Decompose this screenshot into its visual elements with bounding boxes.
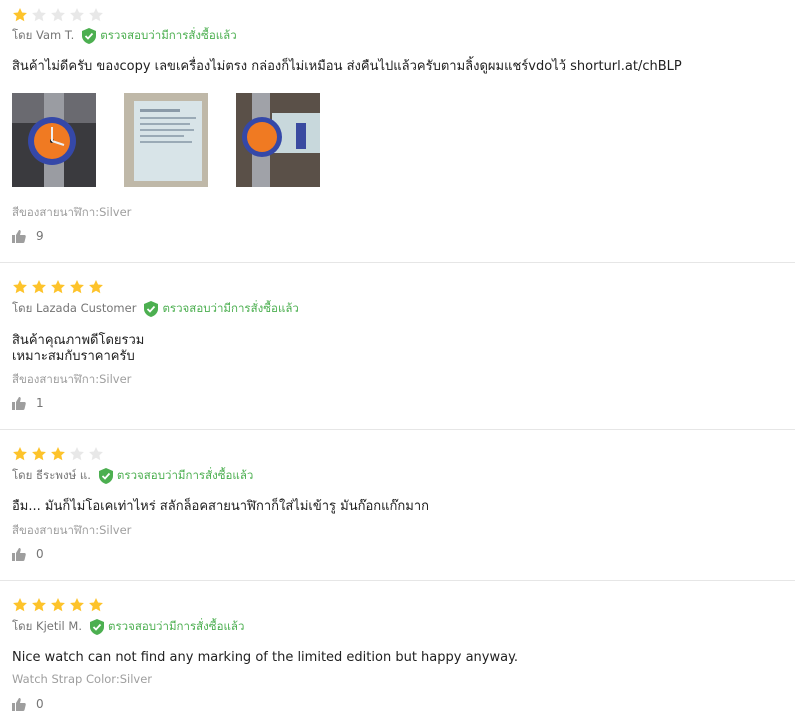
verified-shield-icon: [144, 301, 159, 317]
review-content: สินค้าไม่ดีครับ ของcopy เลขเครื่องไม่ตรง…: [12, 59, 682, 74]
review-item: โดย Kjetil M. ตรวจสอบว่ามีการสั่งซื้อแล้…: [0, 580, 795, 720]
like-count: 9: [36, 229, 44, 243]
like-button[interactable]: 9: [12, 229, 44, 243]
review-content: สินค้าคุณภาพดีโดยรวม เหมาะสมกับราคาครับ: [12, 333, 145, 364]
review-image-watch-with-card[interactable]: [236, 93, 320, 187]
like-count: 1: [36, 396, 44, 410]
star-empty-icon: [89, 447, 103, 461]
verified-shield-icon: [82, 28, 97, 44]
review-author: โดย Lazada Customer: [12, 301, 137, 315]
verified-purchase-badge: ตรวจสอบว่ามีการสั่งซื้อแล้ว: [98, 467, 254, 485]
verified-label: ตรวจสอบว่ามีการสั่งซื้อแล้ว: [162, 301, 299, 315]
rating-stars: [12, 597, 104, 613]
star-filled-icon: [51, 280, 65, 294]
star-filled-icon: [89, 280, 103, 294]
review-sku: สีของสายนาฬิกา:Silver: [12, 523, 132, 537]
review-meta: โดย Vam T. ตรวจสอบว่ามีการสั่งซื้อแล้ว: [12, 27, 237, 45]
review-image-warranty-card[interactable]: [124, 93, 208, 187]
thumbs-up-icon: [12, 229, 26, 243]
review-author: โดย ธีระพงษ์ แ.: [12, 468, 91, 482]
like-count: 0: [36, 697, 44, 711]
star-filled-icon: [70, 598, 84, 612]
star-filled-icon: [32, 447, 46, 461]
star-filled-icon: [89, 598, 103, 612]
star-empty-icon: [89, 8, 103, 22]
star-filled-icon: [32, 280, 46, 294]
review-meta: โดย ธีระพงษ์ แ. ตรวจสอบว่ามีการสั่งซื้อแ…: [12, 467, 253, 485]
rating-stars: [12, 446, 104, 462]
star-filled-icon: [70, 280, 84, 294]
review-content: อืม... มันก็ไม่โอเคเท่าไหร่ สลักล็อคสายน…: [12, 499, 430, 514]
star-empty-icon: [51, 8, 65, 22]
review-sku: สีของสายนาฬิกา:Silver: [12, 205, 132, 219]
review-meta: โดย Lazada Customer ตรวจสอบว่ามีการสั่งซ…: [12, 300, 299, 318]
verified-shield-icon: [98, 468, 113, 484]
like-button[interactable]: 0: [12, 547, 44, 561]
thumbs-up-icon: [12, 547, 26, 561]
rating-stars: [12, 7, 104, 23]
review-sku: สีของสายนาฬิกา:Silver: [12, 372, 132, 386]
verified-shield-icon: [89, 619, 104, 635]
review-item: โดย Vam T. ตรวจสอบว่ามีการสั่งซื้อแล้ว ส…: [0, 0, 795, 263]
star-filled-icon: [13, 598, 27, 612]
like-count: 0: [36, 547, 44, 561]
star-filled-icon: [51, 598, 65, 612]
verified-label: ตรวจสอบว่ามีการสั่งซื้อแล้ว: [107, 619, 245, 633]
verified-purchase-badge: ตรวจสอบว่ามีการสั่งซื้อแล้ว: [82, 27, 237, 45]
watch-with-card-photo: [236, 93, 320, 187]
watch-photo: [12, 93, 96, 187]
star-filled-icon: [13, 447, 27, 461]
warranty-card-photo: [124, 93, 208, 187]
star-filled-icon: [32, 598, 46, 612]
like-button[interactable]: 1: [12, 396, 44, 410]
review-item: โดย ธีระพงษ์ แ. ตรวจสอบว่ามีการสั่งซื้อแ…: [0, 429, 795, 581]
verified-label: ตรวจสอบว่ามีการสั่งซื้อแล้ว: [100, 28, 237, 42]
verified-label: ตรวจสอบว่ามีการสั่งซื้อแล้ว: [116, 468, 254, 482]
review-author: โดย Vam T.: [12, 28, 75, 42]
verified-purchase-badge: ตรวจสอบว่ามีการสั่งซื้อแล้ว: [144, 300, 299, 318]
star-empty-icon: [70, 447, 84, 461]
review-sku: Watch Strap Color:Silver: [12, 672, 152, 686]
review-meta: โดย Kjetil M. ตรวจสอบว่ามีการสั่งซื้อแล้…: [12, 618, 244, 636]
thumbs-up-icon: [12, 396, 26, 410]
verified-purchase-badge: ตรวจสอบว่ามีการสั่งซื้อแล้ว: [89, 618, 245, 636]
rating-stars: [12, 279, 104, 295]
review-content: Nice watch can not find any marking of t…: [12, 650, 519, 665]
star-empty-icon: [70, 8, 84, 22]
review-item: โดย Lazada Customer ตรวจสอบว่ามีการสั่งซ…: [0, 262, 795, 430]
review-image-watch-front[interactable]: [12, 93, 96, 187]
review-images: [12, 93, 320, 187]
thumbs-up-icon: [12, 697, 26, 711]
star-empty-icon: [32, 8, 46, 22]
review-author: โดย Kjetil M.: [12, 619, 82, 633]
star-filled-icon: [13, 280, 27, 294]
star-filled-icon: [13, 8, 27, 22]
star-filled-icon: [51, 447, 65, 461]
like-button[interactable]: 0: [12, 697, 44, 711]
